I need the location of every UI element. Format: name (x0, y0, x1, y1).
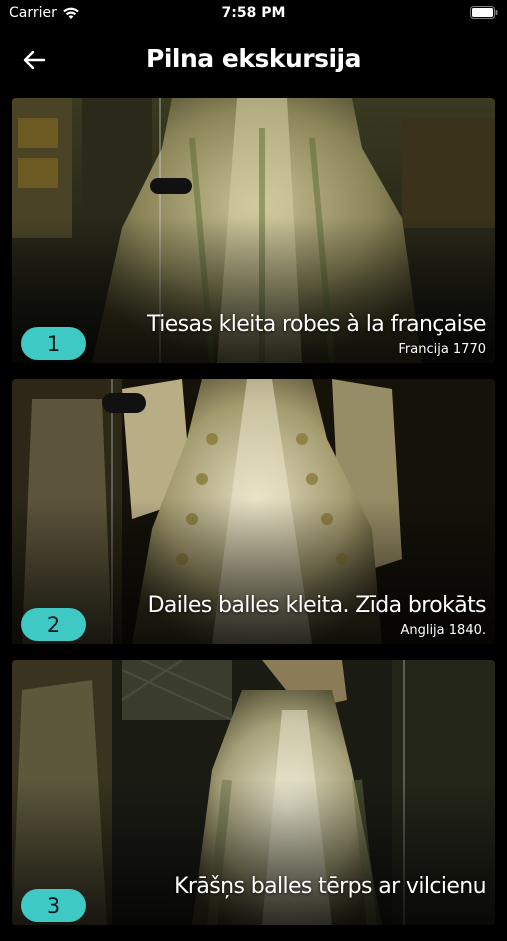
tour-item-3[interactable]: Krāšņs balles tērps ar vilcienu 3 (12, 660, 495, 925)
navigation-bar: Pilna ekskursija (0, 30, 507, 92)
page-title: Pilna ekskursija (146, 44, 361, 73)
item-title: Krāšņs balles tērps ar vilcienu (174, 874, 487, 899)
status-bar: Carrier 7:58 PM (0, 0, 507, 30)
item-title: Tiesas kleita robes à la française (147, 312, 487, 337)
item-number-badge: 3 (21, 889, 86, 922)
item-subtitle: Anglija 1840. (400, 623, 486, 638)
item-subtitle: Francija 1770 (398, 342, 486, 357)
item-number-badge: 2 (21, 608, 86, 641)
tour-item-2[interactable]: Dailes balles kleita. Zīda brokāts Angli… (12, 379, 495, 644)
battery-icon (470, 6, 498, 19)
tour-item-1[interactable]: Tiesas kleita robes à la française Franc… (12, 98, 495, 363)
status-time: 7:58 PM (221, 5, 286, 21)
item-number-badge: 1 (21, 327, 86, 360)
item-title: Dailes balles kleita. Zīda brokāts (147, 593, 487, 618)
tour-list: Tiesas kleita robes à la française Franc… (12, 98, 495, 941)
